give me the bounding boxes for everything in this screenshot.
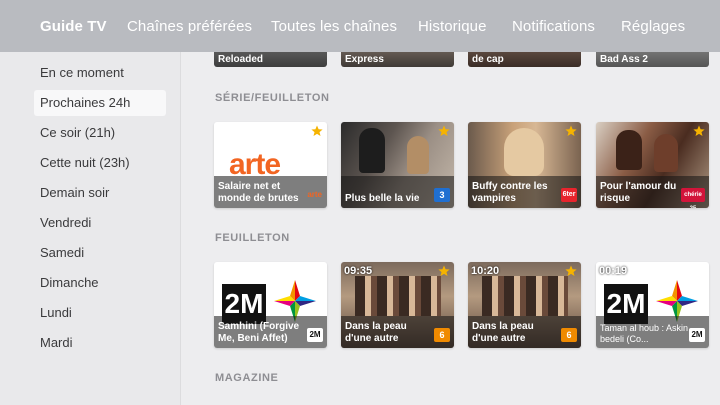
- channel-logo-cherie25: chérie 25: [681, 188, 705, 208]
- program-card[interactable]: 09:35 Dans la peau d'une autre 6: [341, 262, 454, 348]
- sidebar-item-sunday[interactable]: Dimanche: [34, 270, 166, 296]
- sidebar-item-tonight[interactable]: Ce soir (21h): [34, 120, 166, 146]
- favorite-star-icon: [311, 125, 323, 136]
- program-title: de cap: [472, 54, 504, 65]
- channel-logo-6ter: 6ter: [561, 188, 577, 202]
- tab-settings[interactable]: Réglages: [621, 18, 685, 35]
- program-card[interactable]: Plus belle la vie 3: [341, 122, 454, 208]
- program-title: Bad Ass 2: [600, 54, 648, 65]
- start-time: 00:19: [599, 265, 628, 277]
- channel-logo-6: 6: [561, 328, 577, 342]
- section-title: SÉRIE/FEUILLETON: [215, 92, 330, 104]
- favorite-star-icon: [565, 265, 577, 276]
- program-title: Dans la peau d'une autre: [345, 321, 407, 344]
- program-card[interactable]: Pour l'amour du risque chérie 25: [596, 122, 709, 208]
- program-card[interactable]: 2M 00:19 Taman al houb: Askin bedeli (C…: [596, 262, 709, 348]
- program-title: Samhini (Forgive Me, Beni Affet): [218, 321, 300, 344]
- program-title: Reloaded: [218, 54, 264, 65]
- sidebar-item-monday[interactable]: Lundi: [34, 300, 166, 326]
- program-grid: Reloaded Express de cap Bad Ass 2 SÉRIE/…: [181, 52, 720, 405]
- program-card[interactable]: Reloaded: [214, 52, 327, 67]
- tab-favorite-channels[interactable]: Chaînes préférées: [127, 18, 252, 35]
- program-title: Buffy contre les vampires: [472, 181, 548, 204]
- sidebar-item-saturday[interactable]: Samedi: [34, 240, 166, 266]
- time-sidebar: En ce moment Prochaines 24h Ce soir (21h…: [0, 52, 181, 405]
- program-card[interactable]: de cap: [468, 52, 581, 67]
- sidebar-item-tuesday[interactable]: Mardi: [34, 330, 166, 356]
- program-card[interactable]: Buffy contre les vampires 6ter: [468, 122, 581, 208]
- program-card[interactable]: Express: [341, 52, 454, 67]
- program-card[interactable]: Bad Ass 2: [596, 52, 709, 67]
- channel-logo-2m: 2M: [307, 328, 323, 342]
- program-card[interactable]: arte Salaire net et monde de brutes arte: [214, 122, 327, 208]
- tab-notifications[interactable]: Notifications: [512, 18, 595, 35]
- channel-logo-france3: 3: [434, 188, 450, 202]
- tab-all-channels[interactable]: Toutes les chaînes: [271, 18, 397, 35]
- section-title: MAGAZINE: [215, 372, 279, 384]
- program-title: Dans la peau d'une autre: [472, 321, 534, 344]
- program-title: Taman al houb : Askin bedeli (Co...: [600, 323, 689, 344]
- channel-logo-6: 6: [434, 328, 450, 342]
- tab-guide-tv[interactable]: Guide TV: [40, 18, 107, 35]
- sidebar-item-tomorrow-evening[interactable]: Demain soir: [34, 180, 166, 206]
- start-time: 09:35: [344, 265, 373, 277]
- tab-history[interactable]: Historique: [418, 18, 487, 35]
- favorite-star-icon: [693, 125, 705, 136]
- sidebar-item-next-24h[interactable]: Prochaines 24h: [34, 90, 166, 116]
- program-title: Pour l'amour du risque: [600, 181, 677, 204]
- favorite-star-icon: [438, 125, 450, 136]
- start-time: 10:20: [471, 265, 500, 277]
- channel-logo-2m: 2M: [689, 328, 705, 342]
- program-title: Express: [345, 54, 384, 65]
- section-title: FEUILLETON: [215, 232, 290, 244]
- program-card[interactable]: 10:20 Dans la peau d'une autre 6: [468, 262, 581, 348]
- favorite-star-icon: [438, 265, 450, 276]
- top-nav-bar: Guide TV Chaînes préférées Toutes les ch…: [0, 0, 720, 52]
- sidebar-item-friday[interactable]: Vendredi: [34, 210, 166, 236]
- program-title: Salaire net et monde de brutes: [218, 181, 299, 204]
- channel-logo-arte: arte: [307, 190, 322, 199]
- favorite-star-icon: [565, 125, 577, 136]
- sidebar-item-now[interactable]: En ce moment: [34, 60, 166, 86]
- program-card[interactable]: 2M Samhini (Forgive Me, Beni Affet) 2M: [214, 262, 327, 348]
- program-title: Plus belle la vie: [345, 193, 420, 204]
- sidebar-item-late-night[interactable]: Cette nuit (23h): [34, 150, 166, 176]
